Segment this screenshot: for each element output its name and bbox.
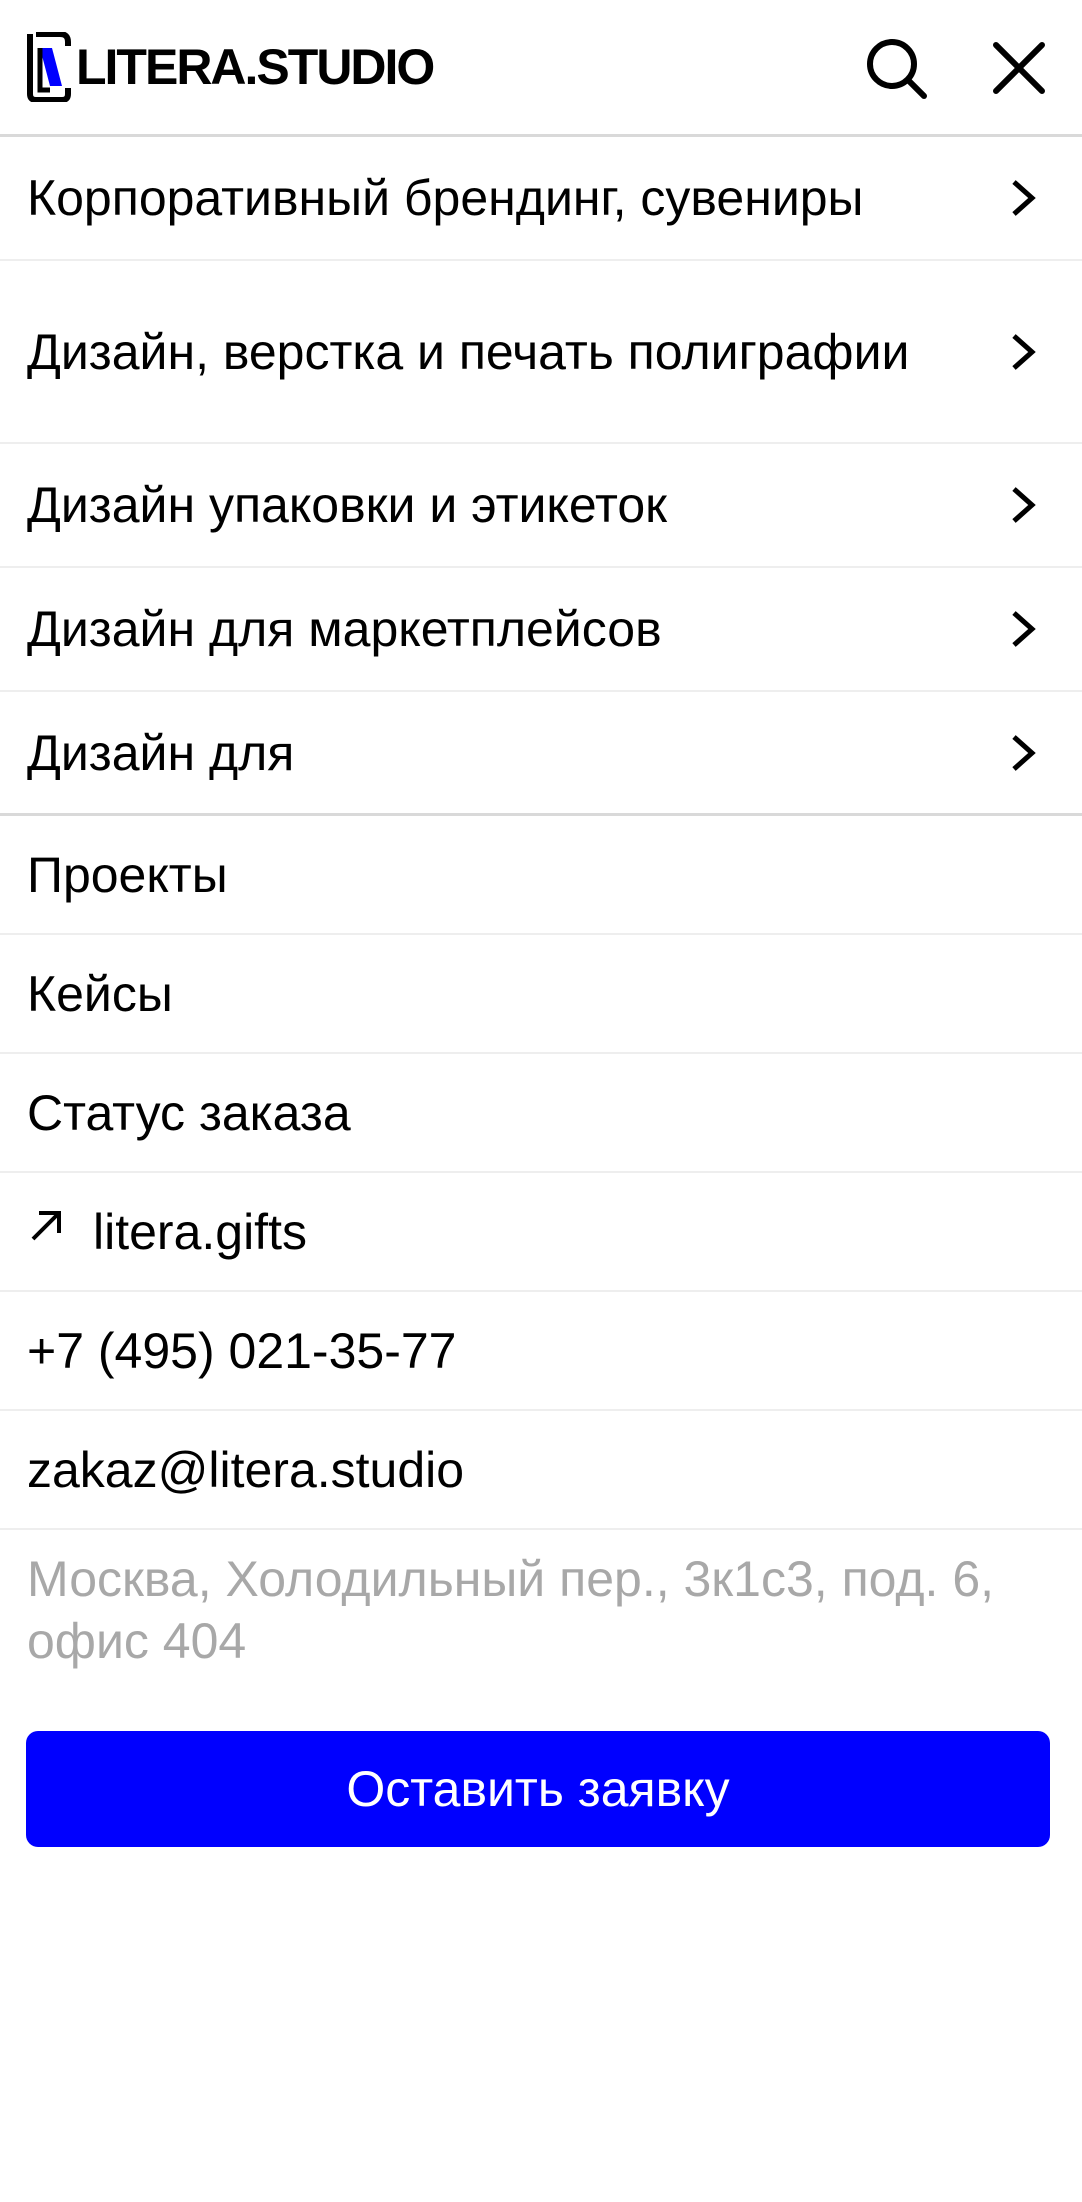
category-item-corporate-branding[interactable]: Корпоративный брендинг, сувениры	[0, 137, 1082, 261]
category-label: Дизайн для маркетплейсов	[27, 601, 662, 657]
category-label: Дизайн для	[27, 724, 295, 781]
search-icon	[867, 39, 927, 99]
email-link[interactable]: zakaz@litera.studio	[0, 1411, 1082, 1530]
close-menu-button[interactable]	[981, 30, 1057, 106]
chevron-right-icon	[1012, 487, 1036, 523]
submit-request-button[interactable]: Оставить заявку	[26, 1731, 1050, 1847]
category-item-print-design[interactable]: Дизайн, верстка и печать полиграфии	[0, 261, 1082, 444]
menu-link-cases[interactable]: Кейсы	[0, 935, 1082, 1054]
category-label: Дизайн упаковки и этикеток	[27, 477, 668, 533]
category-label: Корпоративный брендинг, сувениры	[27, 170, 864, 226]
close-icon	[993, 42, 1045, 94]
chevron-right-icon	[1012, 180, 1036, 216]
category-item-packaging-design[interactable]: Дизайн упаковки и этикеток	[0, 444, 1082, 568]
external-link-litera-gifts[interactable]: litera.gifts	[0, 1173, 1082, 1292]
menu-link-label: Статус заказа	[27, 1084, 351, 1141]
logo-text: LITERA.STUDIO	[76, 39, 435, 95]
phone-link[interactable]: +7 (495) 021-35-77	[0, 1292, 1082, 1411]
menu-link-order-status[interactable]: Статус заказа	[0, 1054, 1082, 1173]
mobile-menu: Корпоративный брендинг, сувениры Дизайн,…	[0, 137, 1082, 1672]
category-label: Дизайн, верстка и печать полиграфии	[27, 323, 910, 380]
menu-link-projects[interactable]: Проекты	[0, 816, 1082, 935]
arrow-up-right-icon	[31, 1210, 61, 1240]
chevron-right-icon	[1012, 333, 1036, 370]
phone-number: +7 (495) 021-35-77	[27, 1322, 457, 1379]
submit-request-label: Оставить заявку	[346, 1761, 730, 1817]
search-button[interactable]	[858, 30, 934, 106]
logo-link[interactable]: LITERA.STUDIO	[26, 30, 435, 104]
category-item-marketplace-design[interactable]: Дизайн для маркетплейсов	[0, 568, 1082, 692]
site-header: LITERA.STUDIO	[0, 0, 1082, 137]
office-address: Москва, Холодильный пер., 3к1с3, под. 6,…	[27, 1551, 995, 1669]
menu-link-label: Кейсы	[27, 965, 173, 1022]
chevron-right-icon	[1012, 611, 1036, 647]
chevron-right-icon	[1012, 734, 1036, 771]
email-address: zakaz@litera.studio	[27, 1441, 465, 1498]
category-item-design-for[interactable]: Дизайн для	[0, 692, 1082, 816]
external-link-label: litera.gifts	[93, 1203, 307, 1260]
logo-mark-icon	[27, 32, 71, 102]
menu-link-label: Проекты	[27, 846, 228, 903]
